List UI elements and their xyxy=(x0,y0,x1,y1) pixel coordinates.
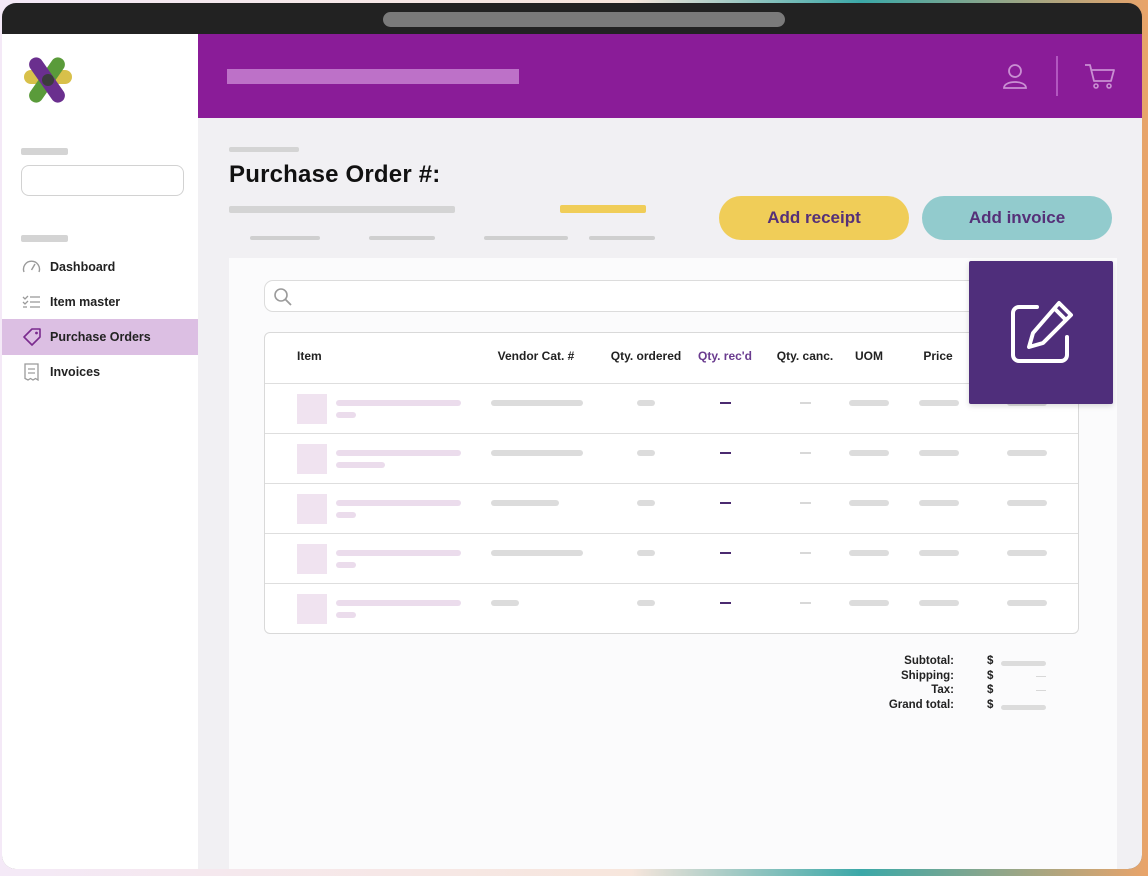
add-invoice-button[interactable]: Add invoice xyxy=(922,196,1112,240)
items-table: Item Vendor Cat. # Qty. ordered Qty. rec… xyxy=(264,332,1079,634)
column-header-uom[interactable]: UOM xyxy=(855,349,883,363)
subtotal-label: Subtotal: xyxy=(904,655,954,667)
user-icon[interactable] xyxy=(1001,62,1029,90)
sidebar-item-label: Invoices xyxy=(50,365,101,379)
app-screen: Dashboard Item master Purchase Orders In… xyxy=(2,34,1142,869)
cart-icon[interactable] xyxy=(1084,62,1116,90)
tax-label: Tax: xyxy=(931,684,954,696)
sidebar: Dashboard Item master Purchase Orders In… xyxy=(2,34,198,869)
sidebar-item-label: Item master xyxy=(50,295,121,309)
sidebar-item-label: Purchase Orders xyxy=(50,330,151,344)
tag-icon xyxy=(21,328,42,346)
item-thumbnail xyxy=(297,444,327,474)
list-icon xyxy=(21,293,42,311)
subtotal-currency: $ xyxy=(987,655,994,667)
shipping-currency: $ xyxy=(987,670,994,682)
table-row[interactable] xyxy=(265,433,1078,483)
grand-total-value xyxy=(1001,705,1046,710)
search-icon xyxy=(274,288,292,306)
column-header-item[interactable]: Item xyxy=(297,349,322,363)
sidebar-item-invoices[interactable]: Invoices xyxy=(2,354,198,390)
add-receipt-button[interactable]: Add receipt xyxy=(719,196,909,240)
shipping-label: Shipping: xyxy=(900,670,954,682)
main-content: Purchase Order #: Add receipt Add invoic… xyxy=(198,118,1142,869)
column-header-qty-cancelled[interactable]: Qty. canc. xyxy=(777,349,833,363)
po-meta-placeholder xyxy=(229,206,455,213)
table-row[interactable] xyxy=(265,483,1078,533)
column-header-qty-received[interactable]: Qty. rec'd xyxy=(698,349,752,363)
item-thumbnail xyxy=(297,494,327,524)
column-header-vendor-cat[interactable]: Vendor Cat. # xyxy=(498,349,575,363)
item-thumbnail xyxy=(297,544,327,574)
grand-total-label: Grand total: xyxy=(888,699,954,711)
edit-icon xyxy=(1011,301,1073,363)
item-thumbnail xyxy=(297,394,327,424)
tax-value xyxy=(1036,690,1046,691)
shipping-value xyxy=(1036,676,1046,677)
sidebar-label-placeholder xyxy=(21,148,68,155)
edit-button[interactable] xyxy=(969,261,1113,404)
column-header-price[interactable]: Price xyxy=(923,349,952,363)
column-header-qty-ordered[interactable]: Qty. ordered xyxy=(611,349,681,363)
address-bar[interactable] xyxy=(383,12,785,27)
grand-total-currency: $ xyxy=(987,699,994,711)
sidebar-section-placeholder xyxy=(21,235,68,242)
sidebar-item-dashboard[interactable]: Dashboard xyxy=(2,249,198,285)
sidebar-filter-input[interactable] xyxy=(21,165,184,196)
app-logo xyxy=(24,57,72,103)
tax-currency: $ xyxy=(987,684,994,696)
header-divider xyxy=(1056,56,1058,96)
gauge-icon xyxy=(21,258,42,276)
status-badge xyxy=(560,205,646,213)
header-title-placeholder xyxy=(227,69,519,84)
sidebar-item-label: Dashboard xyxy=(50,260,116,274)
top-header xyxy=(198,34,1142,118)
table-row[interactable] xyxy=(265,533,1078,583)
table-row[interactable] xyxy=(265,383,1078,433)
receipt-icon xyxy=(21,363,42,381)
item-thumbnail xyxy=(297,594,327,624)
breadcrumb xyxy=(229,147,299,152)
subtotal-value xyxy=(1001,661,1046,666)
page-title: Purchase Order #: xyxy=(229,161,441,188)
sidebar-item-item-master[interactable]: Item master xyxy=(2,284,198,320)
search-input[interactable] xyxy=(264,280,1084,312)
sidebar-item-purchase-orders[interactable]: Purchase Orders xyxy=(2,319,198,355)
browser-window: Dashboard Item master Purchase Orders In… xyxy=(2,3,1142,869)
table-row[interactable] xyxy=(265,583,1078,633)
